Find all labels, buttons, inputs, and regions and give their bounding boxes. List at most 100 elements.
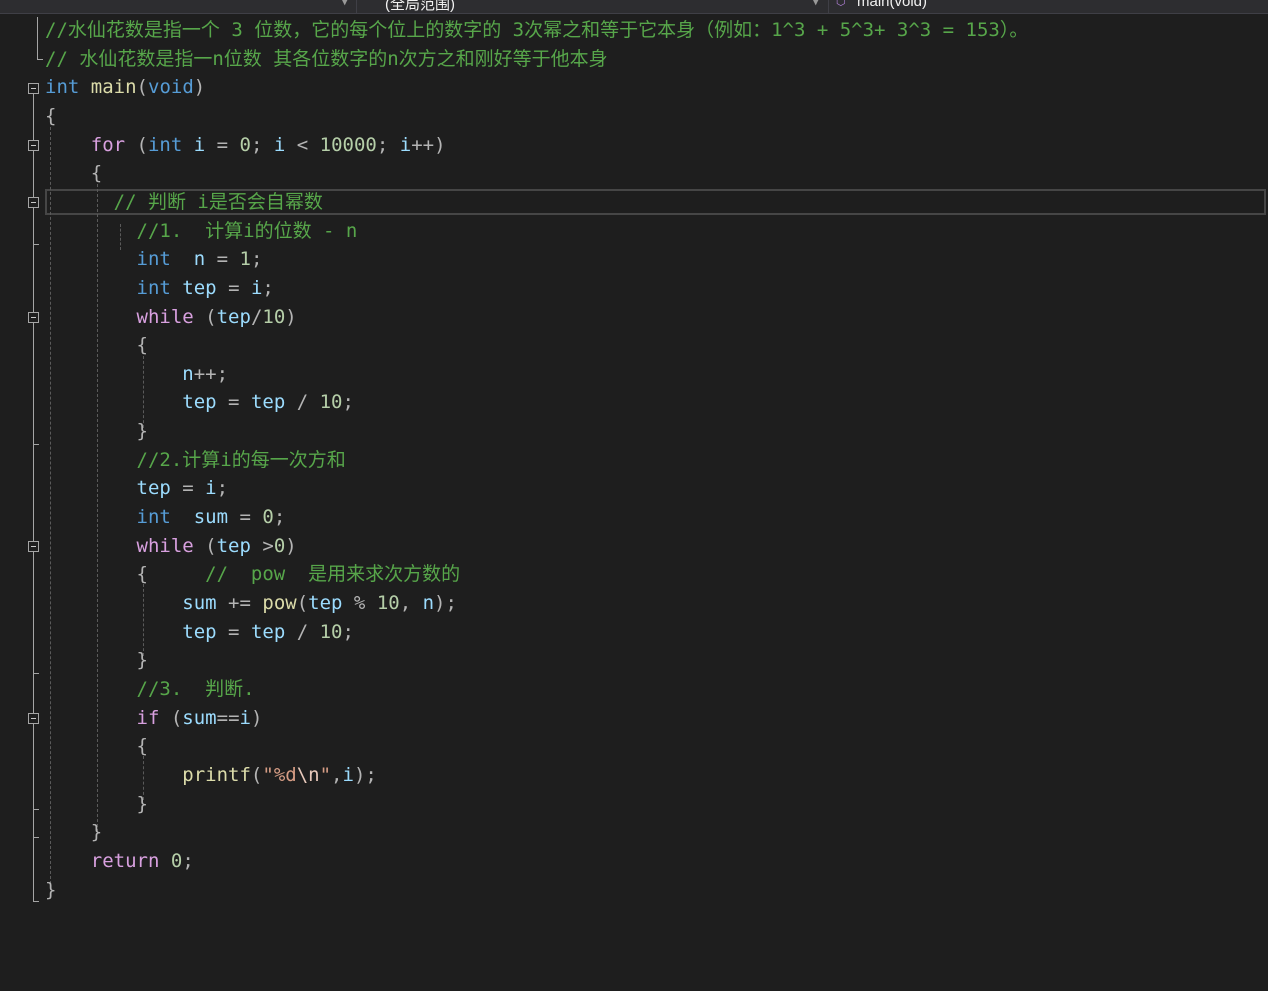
- code-line[interactable]: }: [45, 790, 148, 818]
- scope-dropdown[interactable]: (全局范围) ▼: [357, 0, 827, 13]
- code-token: }: [45, 649, 148, 672]
- code-token: n: [193, 248, 206, 271]
- code-line[interactable]: {: [45, 732, 148, 760]
- code-token: ): [285, 305, 297, 328]
- code-token: ,: [331, 763, 343, 786]
- outline-region-end: [37, 59, 43, 60]
- code-token: pow: [262, 592, 297, 614]
- code-token: sum: [193, 506, 229, 529]
- code-token: }: [45, 821, 103, 844]
- code-line[interactable]: //1. 计算i的位数 - n: [45, 217, 358, 245]
- code-line[interactable]: int sum = 0;: [45, 503, 286, 531]
- code-line[interactable]: int n = 1;: [45, 245, 263, 273]
- code-token: {: [45, 735, 148, 758]
- method-cube-icon: ⬡: [836, 0, 846, 8]
- code-line[interactable]: // 判断 i是否会自幂数: [45, 188, 323, 216]
- code-token: while: [136, 534, 194, 557]
- outline-region-line: [37, 17, 38, 59]
- code-line[interactable]: tep = i;: [45, 474, 229, 502]
- code-token: =: [205, 248, 240, 271]
- code-line[interactable]: {: [45, 102, 56, 130]
- code-line[interactable]: for (int i = 0; i < 10000; i++): [45, 131, 446, 159]
- outline-region-end: [33, 673, 39, 674]
- code-line[interactable]: {: [45, 331, 148, 359]
- code-line[interactable]: //3. 判断.: [45, 675, 255, 703]
- navbar-divider: [828, 0, 829, 13]
- code-token: (: [159, 706, 183, 729]
- code-token: +=: [216, 592, 263, 614]
- code-token: i: [399, 133, 412, 156]
- code-line[interactable]: n++;: [45, 360, 228, 388]
- code-token: int: [147, 133, 183, 156]
- code-line[interactable]: }: [45, 646, 148, 674]
- code-token: 0: [273, 534, 286, 557]
- code-token: i: [250, 276, 263, 299]
- code-token: //2.计算i的每一次方和: [136, 448, 346, 471]
- code-line[interactable]: }: [45, 417, 148, 445]
- code-token: while: [136, 305, 194, 328]
- code-line[interactable]: }: [45, 818, 102, 846]
- code-line[interactable]: }: [45, 876, 56, 904]
- code-token: =: [216, 620, 251, 643]
- chevron-down-icon[interactable]: ▼: [342, 0, 347, 8]
- code-line[interactable]: int main(void): [45, 73, 205, 101]
- collapse-icon[interactable]: [28, 312, 39, 323]
- code-token: <: [285, 133, 320, 156]
- code-line[interactable]: while (tep >0): [45, 532, 297, 560]
- code-line[interactable]: int tep = i;: [45, 274, 274, 302]
- code-line[interactable]: return 0;: [45, 847, 194, 875]
- code-editor[interactable]: //水仙花数是指一个 3 位数，它的每个位上的数字的 3次幂之和等于它本身（例如…: [0, 14, 1268, 991]
- collapse-icon[interactable]: [28, 83, 39, 94]
- code-token: }: [45, 878, 57, 901]
- code-token: tep: [182, 391, 217, 414]
- code-token: ,: [399, 592, 423, 614]
- code-line[interactable]: printf("%d\n",i);: [45, 761, 377, 789]
- code-token: /: [285, 391, 320, 414]
- code-line[interactable]: //水仙花数是指一个 3 位数，它的每个位上的数字的 3次幂之和等于它本身（例如…: [45, 16, 1028, 44]
- code-line[interactable]: { // pow 是用来求次方数的: [45, 560, 461, 588]
- code-token: /: [285, 620, 320, 643]
- code-token: ++;: [193, 362, 229, 385]
- collapse-icon[interactable]: [28, 541, 39, 552]
- outline-region-end: [33, 837, 39, 838]
- code-token: 1: [239, 248, 251, 271]
- code-token: (: [125, 133, 148, 156]
- code-token: tep: [250, 391, 286, 414]
- code-token: tep: [182, 620, 217, 643]
- code-line[interactable]: sum += pow(tep % 10, n);: [45, 589, 457, 617]
- code-token: 10000: [319, 133, 377, 156]
- code-line[interactable]: while (tep/10): [45, 303, 297, 331]
- code-token: /: [250, 305, 263, 328]
- code-token: //1. 计算i的位数 - n: [136, 219, 358, 242]
- code-token: ;: [342, 620, 354, 643]
- code-line[interactable]: //2.计算i的每一次方和: [45, 446, 346, 474]
- code-token: n: [182, 362, 194, 385]
- code-token: );: [434, 592, 457, 614]
- code-line[interactable]: tep = tep / 10;: [45, 388, 354, 416]
- collapse-icon[interactable]: [28, 140, 39, 151]
- code-token: 10: [319, 620, 343, 643]
- code-token: =: [216, 276, 251, 299]
- code-token: //3. 判断.: [136, 677, 255, 700]
- code-token: int: [136, 276, 171, 299]
- code-token: tep: [250, 620, 286, 643]
- member-dropdown[interactable]: ⬡ main(void): [830, 0, 1268, 13]
- code-token: // pow 是用来求次方数的: [205, 563, 461, 586]
- collapse-icon[interactable]: [28, 713, 39, 724]
- code-line[interactable]: {: [45, 159, 102, 187]
- code-token: 10: [319, 391, 343, 414]
- code-line[interactable]: tep = tep / 10;: [45, 618, 354, 646]
- code-line[interactable]: if (sum==i): [45, 704, 263, 732]
- collapse-icon[interactable]: [28, 197, 39, 208]
- code-line[interactable]: // 水仙花数是指一n位数 其各位数字的n次方之和刚好等于他本身: [45, 45, 608, 73]
- code-token: 0: [170, 849, 183, 872]
- code-token: ;: [216, 477, 229, 500]
- code-token: void: [148, 76, 194, 99]
